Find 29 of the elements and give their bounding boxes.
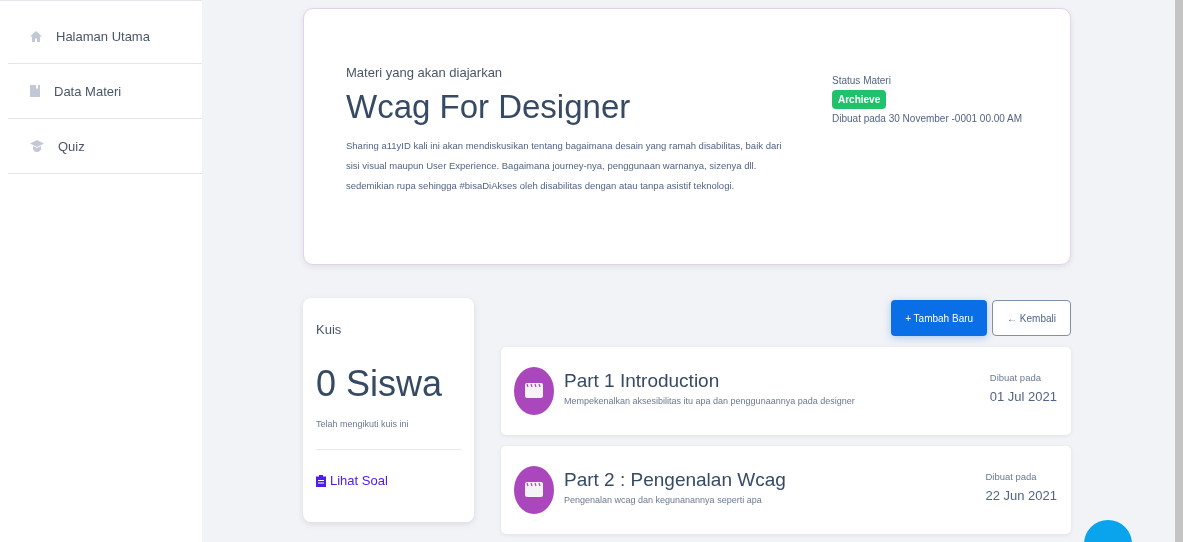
student-count: 0 Siswa [316,363,444,405]
add-button[interactable]: + Tambah Baru [891,300,988,336]
material-subtitle: Materi yang akan diajarkan [346,65,504,80]
lesson-date: 01 Jul 2021 [989,389,1057,404]
material-description: Sharing a11yID kali ini akan mendiskusikan tentang bagaimana desain yang ramah disabilitas, baik dari sisi visual maupun User Experience. Bagaimana journey-nya, penggunaan warnanya, sizenya dll. sedemikian rupa sehingga #bisaDiAkses oleh disabilitas dengan atau tanpa asistif teknologi. [346,139,783,193]
date-label: Dibuat pada [985,471,1038,482]
status-badge: Archieve [832,90,887,109]
date-label: Dibuat pada [989,372,1042,383]
graduation-cap-icon [30,140,44,152]
book-icon [30,85,40,97]
quiz-title: Kuis [316,322,343,337]
lesson-description: Pengenalan wcag dan kegunanannya seperti apa [564,495,763,505]
home-icon [30,30,42,42]
lesson-description: Mempekenalkan aksesibilitas itu apa dan penggunaannya pada designer [564,396,856,406]
video-icon [514,466,554,514]
scrollbar[interactable] [1175,0,1183,542]
lesson-title: Part 1 Introduction [564,370,721,392]
material-title: Wcag For Designer [346,88,632,126]
status-label: Status Materi [832,75,891,86]
back-button[interactable]: ← Kembali [992,300,1071,336]
quiz-caption: Telah mengikuti kuis ini [316,419,461,450]
lesson-card[interactable]: Part 1 Introduction Mempekenalkan aksesibilitas itu apa dan penggunaannya pada designer Dibuat pada 01 Jul 2021 [501,347,1071,435]
lesson-card[interactable]: Part 2 : Pengenalan Wcag Pengenalan wcag dan kegunanannya seperti apa Dibuat pada 22 Jun 2021 [501,446,1071,534]
lesson-title: Part 2 : Pengenalan Wcag [564,469,787,491]
clipboard-icon [316,474,326,487]
lesson-date: 22 Jun 2021 [985,488,1057,503]
created-date: Dibuat pada 30 November -0001 00.00 AM [832,113,1023,124]
video-icon [514,367,554,415]
view-questions-link[interactable]: Lihat Soal [316,473,388,488]
